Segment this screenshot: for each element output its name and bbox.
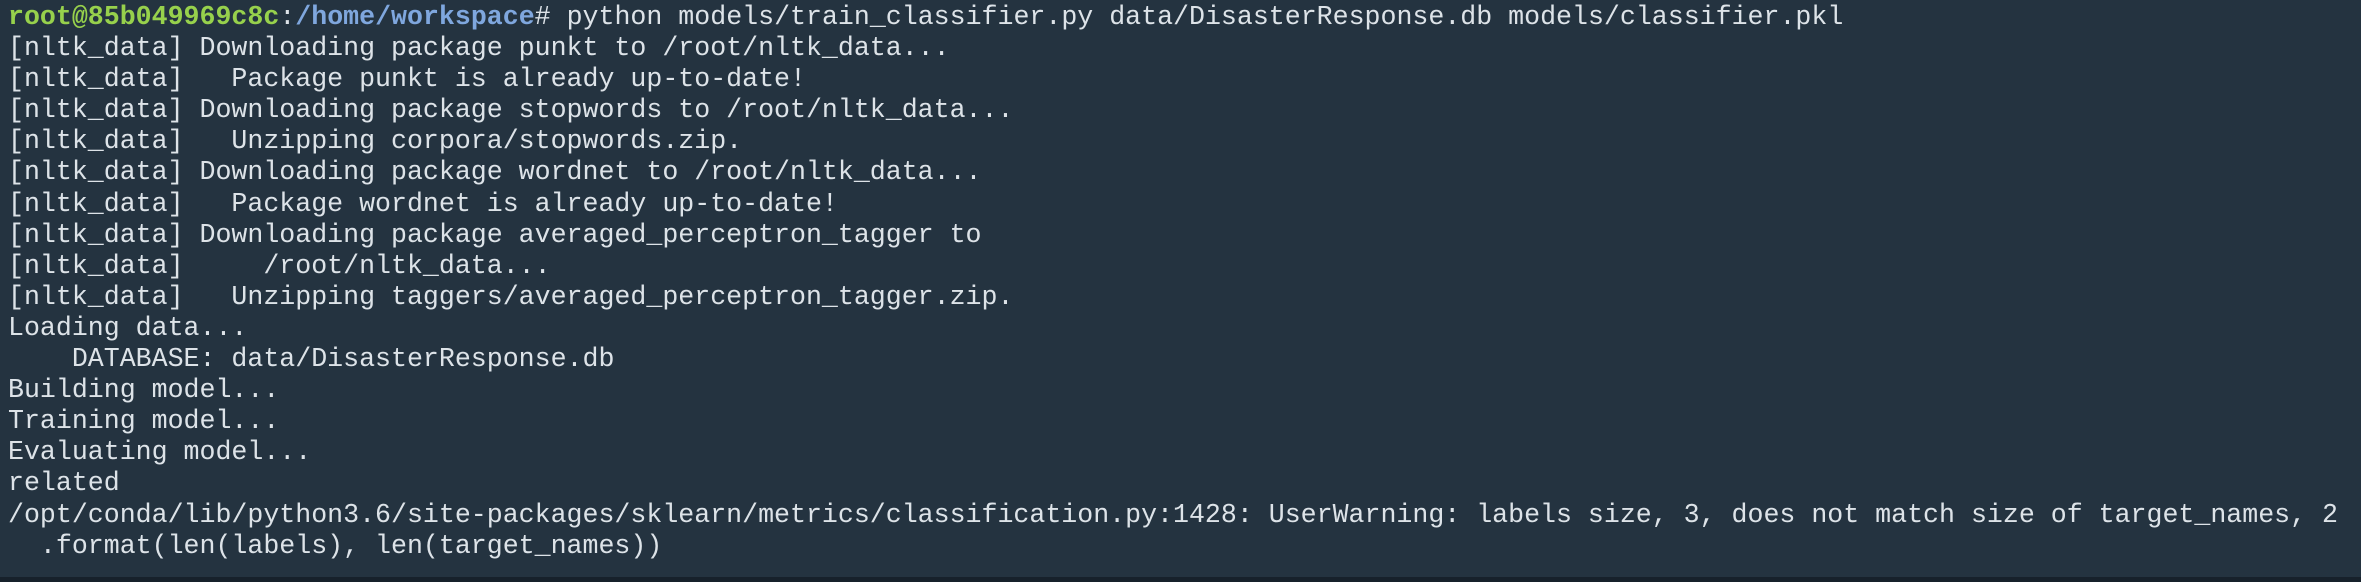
- output-line: [nltk_data] Downloading package averaged…: [8, 219, 982, 250]
- output-line: DATABASE: data/DisasterResponse.db: [8, 344, 615, 375]
- output-line: Training model...: [8, 406, 280, 437]
- command-prompt-line: root@85b049969c8c:/home/workspace# pytho…: [8, 2, 2361, 33]
- prompt-user-host: root@85b049969c8c: [8, 2, 280, 32]
- prompt-symbol: #: [534, 2, 551, 32]
- terminal-window[interactable]: root@85b049969c8c:/home/workspace# pytho…: [0, 0, 2361, 577]
- prompt-path: /home/workspace: [295, 2, 535, 32]
- warning-line: /opt/conda/lib/python3.6/site-packages/s…: [8, 499, 2338, 530]
- output-line: [nltk_data] Downloading package punkt to…: [8, 33, 950, 64]
- output-line: [nltk_data] Package punkt is already up-…: [8, 64, 806, 95]
- output-line: [nltk_data] Downloading package wordnet …: [8, 157, 982, 188]
- output-line: [nltk_data] Unzipping taggers/averaged_p…: [8, 281, 1014, 312]
- output-line: related: [8, 468, 120, 499]
- terminal-bottom-edge: [0, 577, 2361, 582]
- output-line: [nltk_data] Downloading package stopword…: [8, 95, 1014, 126]
- output-line: Loading data...: [8, 312, 248, 343]
- prompt-command: python models/train_classifier.py data/D…: [550, 2, 1844, 32]
- output-line: Building model...: [8, 375, 280, 406]
- output-line: [nltk_data] /root/nltk_data...: [8, 250, 551, 281]
- output-line: [nltk_data] Unzipping corpora/stopwords.…: [8, 126, 743, 157]
- output-line: Evaluating model...: [8, 437, 312, 468]
- prompt-separator: :: [279, 2, 296, 32]
- warning-line: .format(len(labels), len(target_names)): [8, 530, 663, 561]
- output-line: [nltk_data] Package wordnet is already u…: [8, 188, 838, 219]
